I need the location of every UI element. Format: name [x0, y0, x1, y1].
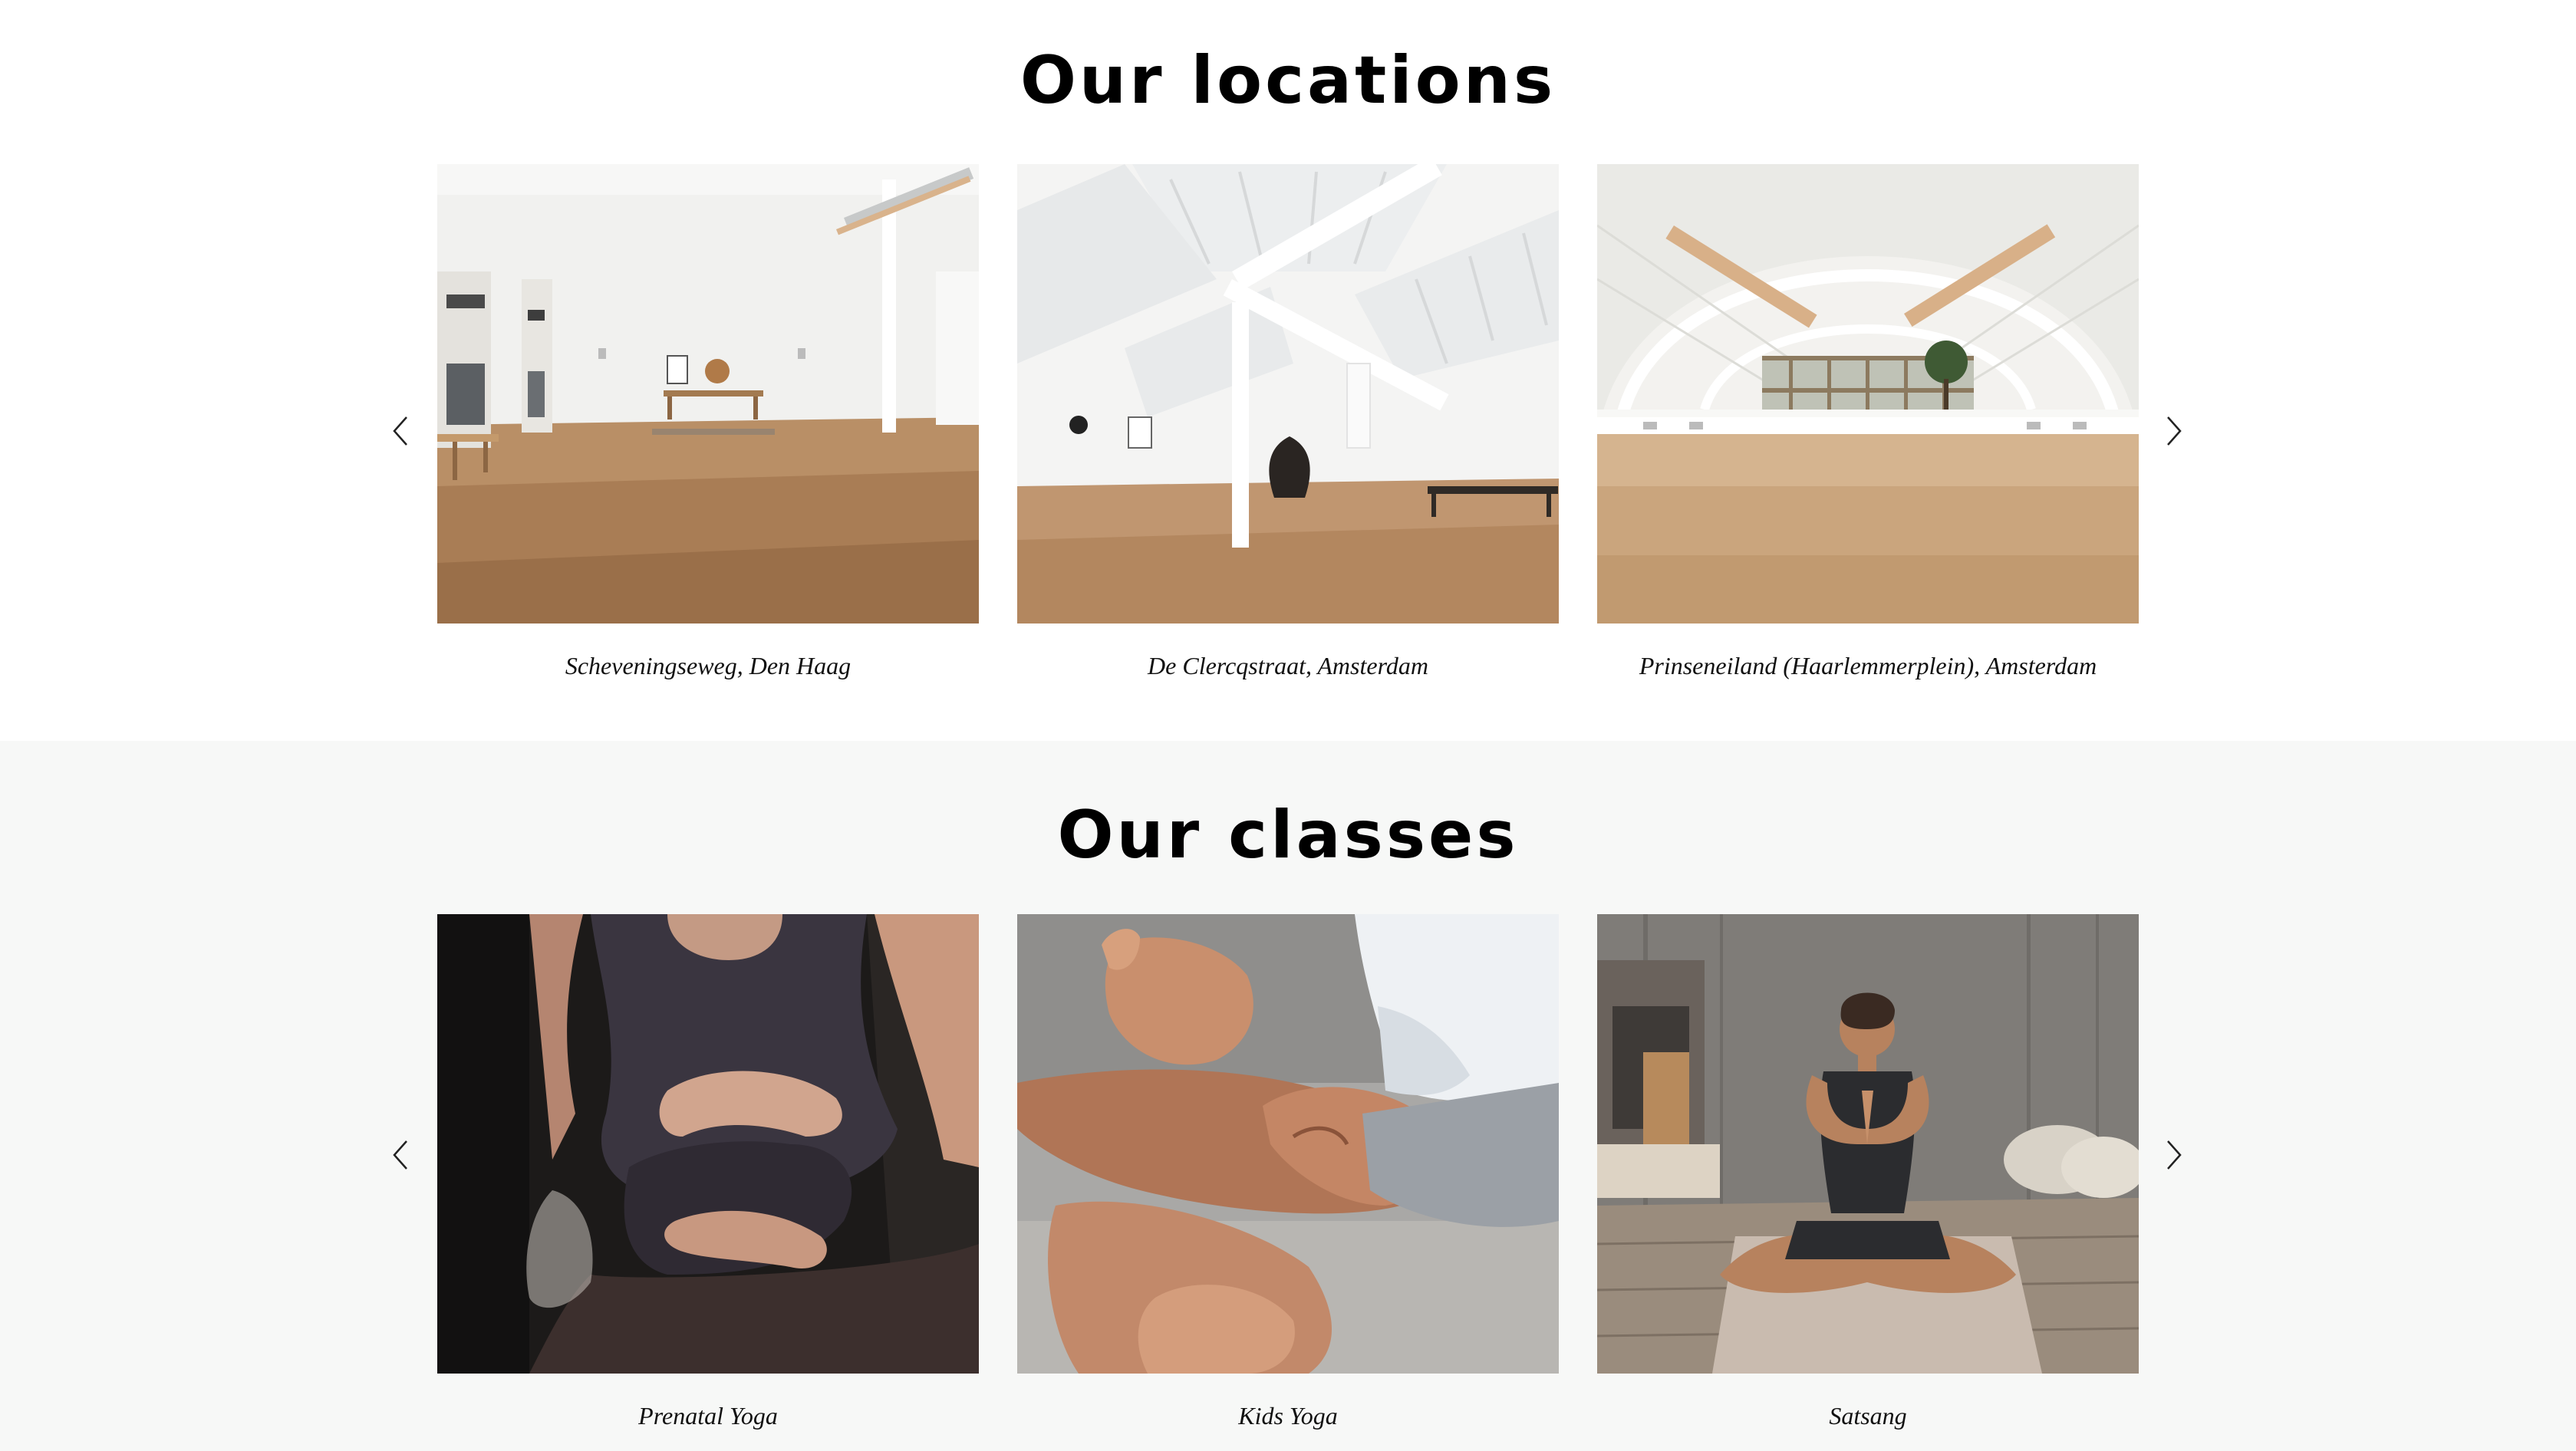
class-caption[interactable]: Satsang	[1597, 1402, 2139, 1430]
chevron-left-icon	[392, 416, 409, 450]
location-caption[interactable]: De Clercqstraat, Amsterdam	[1017, 652, 1559, 680]
class-card[interactable]: Prenatal Yoga	[437, 914, 979, 1430]
prenatal-yoga-photo[interactable]	[437, 914, 979, 1374]
locations-section: Our locations Scheveningseweg, Den Haag …	[0, 0, 2576, 741]
kids-yoga-photo[interactable]	[1017, 914, 1559, 1374]
location-card[interactable]: Prinseneiland (Haarlemmerplein), Amsterd…	[1597, 164, 2139, 679]
studio-arched-roof-photo[interactable]	[1597, 164, 2139, 624]
locations-title: Our locations	[1020, 42, 1556, 119]
class-card[interactable]: Kids Yoga	[1017, 914, 1559, 1430]
chevron-left-icon	[392, 1140, 409, 1174]
classes-prev-button[interactable]	[385, 1133, 416, 1180]
location-caption[interactable]: Scheveningseweg, Den Haag	[437, 652, 979, 680]
location-card[interactable]: De Clercqstraat, Amsterdam	[1017, 164, 1559, 679]
locations-prev-button[interactable]	[385, 410, 416, 456]
classes-next-button[interactable]	[2159, 1133, 2189, 1180]
satsang-meditation-photo[interactable]	[1597, 914, 2139, 1374]
classes-section: Our classes Prenatal Yoga Kids Yoga Sats…	[0, 741, 2576, 1451]
locations-next-button[interactable]	[2159, 410, 2189, 456]
location-caption[interactable]: Prinseneiland (Haarlemmerplein), Amsterd…	[1597, 652, 2139, 680]
class-caption[interactable]: Prenatal Yoga	[437, 1402, 979, 1430]
studio-skylight-photo[interactable]	[1017, 164, 1559, 624]
chevron-right-icon	[2166, 416, 2182, 450]
class-card[interactable]: Satsang	[1597, 914, 2139, 1430]
location-card[interactable]: Scheveningseweg, Den Haag	[437, 164, 979, 679]
chevron-right-icon	[2166, 1140, 2182, 1174]
studio-room-photo[interactable]	[437, 164, 979, 624]
class-caption[interactable]: Kids Yoga	[1017, 1402, 1559, 1430]
classes-title: Our classes	[1057, 797, 1519, 874]
